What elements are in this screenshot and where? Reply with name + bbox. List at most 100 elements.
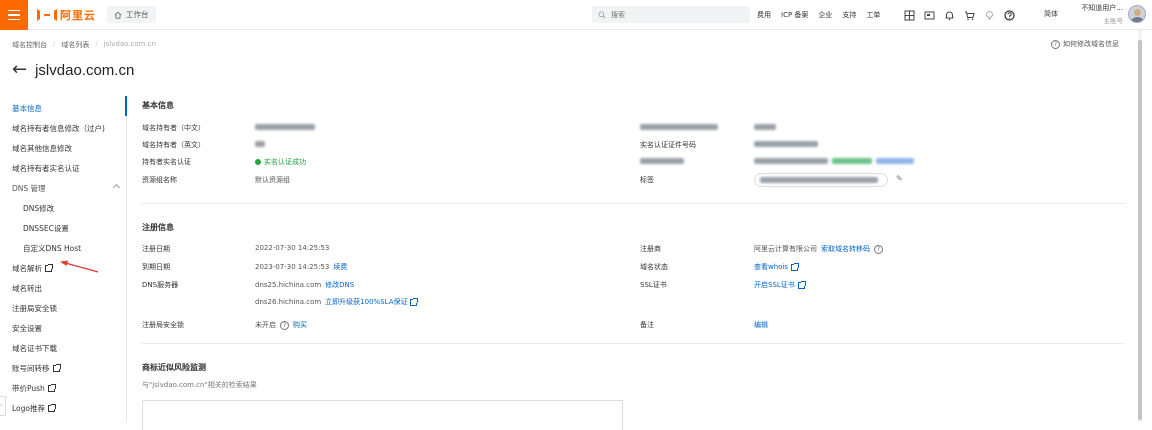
user-info[interactable]: 不知道用户... 主账号 [1073, 3, 1123, 25]
registry-lock-label: 注册局安全锁 [142, 321, 184, 329]
blurred-value [754, 124, 776, 130]
reg-date-value: 2022-07-30 14:25:53 [255, 244, 330, 252]
sidebar-item-realname[interactable]: 域名持有者实名认证 [12, 163, 80, 174]
page-header: ← jslvdao.com.cn [12, 61, 134, 79]
ssl-row: 开启SSL证书 [754, 280, 806, 290]
modify-dns-link[interactable]: 修改DNS [325, 280, 354, 290]
external-link-icon [791, 262, 800, 271]
dns-server-1-row: dns25.hichina.com 修改DNS [255, 280, 354, 290]
open-ssl-label: 开启SSL证书 [754, 281, 795, 289]
exp-date-label: 到期日期 [142, 263, 170, 271]
search-input[interactable] [611, 10, 731, 19]
cert-no-value [754, 141, 818, 147]
logo-text: 阿里云 [60, 9, 96, 22]
blurred-label [640, 124, 718, 130]
remark-label: 备注 [640, 321, 654, 329]
sidebar-item-label: 带价Push [12, 384, 45, 393]
sidebar-item-transfer-out[interactable]: 域名转出 [12, 283, 42, 294]
top-link-ticket[interactable]: 工单 [866, 10, 880, 20]
exp-date-row: 2023-07-30 14:25:53 续费 [255, 262, 347, 272]
language-switch[interactable]: 简体 [1044, 9, 1058, 19]
sidebar-item-dnssec[interactable]: DNSSEC设置 [23, 223, 69, 234]
sidebar-item-label: 账号间转移 [12, 364, 50, 373]
top-link-enterprise[interactable]: 企业 [818, 10, 832, 20]
dns-server-2: dns26.hichina.com [255, 298, 322, 306]
avatar[interactable] [1128, 5, 1146, 23]
annotation-arrow [60, 260, 99, 273]
sidebar-item-custom-dns-host[interactable]: 自定义DNS Host [23, 243, 81, 254]
back-arrow-icon[interactable]: ← [12, 61, 27, 79]
edit-tag-icon[interactable]: ✎ [896, 174, 903, 183]
renew-link[interactable]: 续费 [333, 262, 347, 272]
bell-icon[interactable] [944, 10, 955, 21]
sidebar-item-domain-resolve[interactable]: 域名解析 [12, 263, 53, 274]
domain-status-label: 域名状态 [640, 263, 668, 271]
section-title-trademark: 商标近似风险监测 [142, 363, 206, 372]
blurred-value-2 [754, 158, 914, 164]
question-icon[interactable]: ? [280, 320, 289, 330]
registrar-row: 阿里云计算有限公司 索取域名转移码 ? [754, 244, 883, 254]
section-divider [142, 203, 1125, 204]
top-link-icp[interactable]: ICP 备案 [781, 10, 808, 20]
exp-date-value: 2023-07-30 14:25:53 [255, 263, 330, 271]
message-icon[interactable] [924, 10, 935, 21]
sidebar-item-cert-download[interactable]: 域名证书下载 [12, 343, 57, 354]
aliyun-logo[interactable]: 阿里云 [37, 8, 96, 22]
breadcrumb-domain-list[interactable]: 域名列表 [61, 40, 89, 50]
search-icon [598, 11, 606, 18]
sidebar-item-dns-modify[interactable]: DNS修改 [23, 203, 54, 214]
sidebar-item-account-transfer[interactable]: 账号间转移 [12, 363, 61, 374]
top-link-support[interactable]: 支持 [842, 10, 856, 20]
search-box[interactable] [592, 6, 750, 23]
breadcrumb-separator: / [53, 40, 56, 48]
whois-link[interactable]: 查看whois [754, 262, 800, 272]
dns-server-2-row: dns26.hichina.com 立即升级获100%SLA保证 [255, 297, 419, 307]
sidebar-item-price-push[interactable]: 带价Push [12, 383, 56, 394]
cloud-shell-icon[interactable] [904, 10, 915, 21]
sidebar-item-logo[interactable]: Logo推荐 [12, 403, 56, 414]
home-icon [114, 11, 122, 19]
owner-cn-value [255, 124, 315, 130]
top-links: 费用 ICP 备案 企业 支持 工单 [757, 0, 880, 30]
edit-remark-link[interactable]: 编辑 [754, 320, 768, 330]
hamburger-menu-button[interactable] [0, 0, 28, 30]
cart-icon[interactable] [964, 10, 975, 21]
registrar-value: 阿里云计算有限公司 [754, 245, 817, 253]
workbench-button[interactable]: 工作台 [107, 6, 156, 23]
breadcrumb-domain-console[interactable]: 域名控制台 [12, 40, 47, 50]
tag-label: 标签 [640, 176, 654, 184]
upgrade-sla-link[interactable]: 立即升级获100%SLA保证 [325, 297, 419, 307]
scrollbar-thumb[interactable] [1138, 40, 1142, 420]
sidebar-item-registry-lock[interactable]: 注册局安全锁 [12, 303, 57, 314]
tag-pill[interactable] [754, 173, 888, 187]
question-icon[interactable]: ? [874, 244, 883, 254]
transfer-code-link[interactable]: 索取域名转移码 [821, 244, 870, 254]
sidebar-active-indicator [125, 96, 127, 116]
realname-status: 实名认证成功 [255, 157, 306, 167]
buy-link[interactable]: 购买 [293, 320, 307, 330]
external-link-icon [410, 297, 419, 306]
sidebar-item-owner-transfer[interactable]: 域名持有者信息修改（过户) [12, 123, 105, 134]
sidebar-group-dns[interactable]: DNS 管理 [12, 183, 46, 194]
registry-lock-status: 未开启 [255, 321, 276, 329]
top-link-billing[interactable]: 费用 [757, 10, 771, 20]
chevron-up-icon[interactable] [112, 183, 121, 192]
question-icon: ? [1051, 39, 1060, 49]
sidebar-item-basic-info[interactable]: 基本信息 [12, 103, 42, 114]
lightbulb-icon[interactable] [984, 10, 995, 21]
trademark-subtitle: 与"jslvdao.com.cn"相关的检索结果 [142, 381, 257, 389]
remark-row: 编辑 [754, 320, 768, 330]
how-to-modify-link[interactable]: ? 如何修改域名信息 [1051, 39, 1119, 49]
breadcrumb: 域名控制台 / 域名列表 / jslvdao.com.cn [12, 40, 156, 50]
resgroup-value: 默认资源组 [255, 176, 290, 184]
page-scrollbar[interactable] [1138, 30, 1142, 422]
sidebar-item-security-settings[interactable]: 安全设置 [12, 323, 42, 334]
open-ssl-link[interactable]: 开启SSL证书 [754, 280, 806, 290]
sidebar-collapse-toggle[interactable]: › [0, 396, 6, 416]
whois-row: 查看whois [754, 262, 800, 272]
sidebar-item-other-info[interactable]: 域名其他信息修改 [12, 143, 72, 154]
dns-server-1: dns25.hichina.com [255, 281, 322, 289]
help-circle-icon[interactable] [1004, 9, 1015, 21]
section-title-registration: 注册信息 [142, 223, 174, 232]
owner-en-value [255, 141, 265, 147]
